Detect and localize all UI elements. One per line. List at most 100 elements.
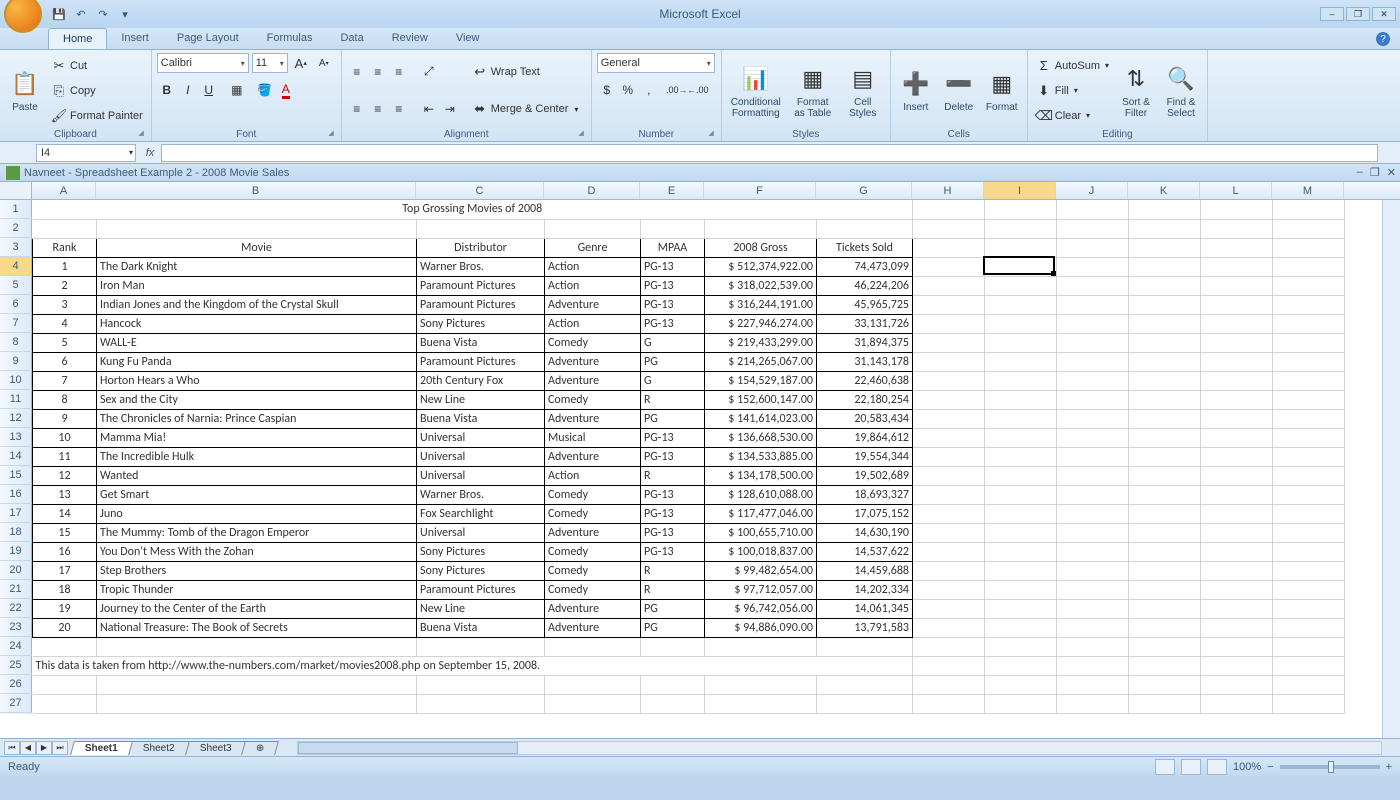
cell[interactable] bbox=[1057, 561, 1129, 580]
cell[interactable] bbox=[1273, 352, 1345, 371]
cell[interactable] bbox=[1057, 466, 1129, 485]
cell[interactable]: MPAA bbox=[641, 238, 705, 257]
cell[interactable]: $ 97,712,057.00 bbox=[705, 580, 817, 599]
cell[interactable]: 19,502,689 bbox=[817, 466, 913, 485]
cell[interactable]: The Incredible Hulk bbox=[97, 447, 417, 466]
cell[interactable]: Adventure bbox=[545, 295, 641, 314]
cell[interactable] bbox=[985, 295, 1057, 314]
cell[interactable]: New Line bbox=[417, 390, 545, 409]
sort-filter-button[interactable]: ⇅Sort & Filter bbox=[1115, 53, 1157, 128]
cell[interactable] bbox=[97, 675, 417, 694]
cell[interactable]: 74,473,099 bbox=[817, 257, 913, 276]
tab-formulas[interactable]: Formulas bbox=[253, 28, 327, 49]
cell[interactable]: 8 bbox=[33, 390, 97, 409]
cell[interactable] bbox=[913, 504, 985, 523]
cell[interactable]: Universal bbox=[417, 428, 545, 447]
row-header-20[interactable]: 20 bbox=[0, 561, 32, 580]
cell[interactable]: The Chronicles of Narnia: Prince Caspian bbox=[97, 409, 417, 428]
cell[interactable] bbox=[545, 637, 641, 656]
tab-view[interactable]: View bbox=[442, 28, 494, 49]
cell[interactable] bbox=[913, 618, 985, 637]
cell[interactable] bbox=[913, 580, 985, 599]
cell[interactable]: Action bbox=[545, 276, 641, 295]
cell[interactable] bbox=[985, 504, 1057, 523]
cell[interactable]: $ 100,018,837.00 bbox=[705, 542, 817, 561]
find-select-button[interactable]: 🔍Find & Select bbox=[1160, 53, 1202, 128]
vertical-scrollbar[interactable] bbox=[1382, 200, 1400, 738]
cell[interactable] bbox=[913, 295, 985, 314]
cell[interactable] bbox=[641, 637, 705, 656]
cell[interactable] bbox=[1273, 599, 1345, 618]
row-header-4[interactable]: 4 bbox=[0, 257, 32, 276]
row-header-15[interactable]: 15 bbox=[0, 466, 32, 485]
format-painter-button[interactable]: 🖌Format Painter bbox=[48, 105, 146, 127]
row-header-26[interactable]: 26 bbox=[0, 675, 32, 694]
delete-button[interactable]: ➖Delete bbox=[939, 53, 979, 128]
cell[interactable]: PG-13 bbox=[641, 257, 705, 276]
cell[interactable] bbox=[1129, 276, 1201, 295]
cell[interactable]: Buena Vista bbox=[417, 409, 545, 428]
cell[interactable] bbox=[985, 314, 1057, 333]
cell[interactable] bbox=[1057, 599, 1129, 618]
qat-more-icon[interactable]: ▾ bbox=[116, 5, 134, 23]
cell[interactable] bbox=[1057, 295, 1129, 314]
cell[interactable] bbox=[817, 694, 913, 713]
cell[interactable] bbox=[1129, 409, 1201, 428]
cell[interactable] bbox=[1273, 637, 1345, 656]
cell[interactable] bbox=[985, 694, 1057, 713]
cell[interactable]: Paramount Pictures bbox=[417, 295, 545, 314]
row-header-6[interactable]: 6 bbox=[0, 295, 32, 314]
cell[interactable]: The Mummy: Tomb of the Dragon Emperor bbox=[97, 523, 417, 542]
column-header-E[interactable]: E bbox=[640, 182, 704, 199]
cell[interactable]: Juno bbox=[97, 504, 417, 523]
column-header-L[interactable]: L bbox=[1200, 182, 1272, 199]
cell[interactable] bbox=[1129, 675, 1201, 694]
italic-button[interactable]: I bbox=[178, 80, 198, 100]
cell[interactable] bbox=[1129, 390, 1201, 409]
cell[interactable]: 10 bbox=[33, 428, 97, 447]
cell[interactable]: 19,554,344 bbox=[817, 447, 913, 466]
cell[interactable] bbox=[1273, 238, 1345, 257]
cell[interactable] bbox=[705, 694, 817, 713]
row-header-24[interactable]: 24 bbox=[0, 637, 32, 656]
cell[interactable] bbox=[985, 333, 1057, 352]
cell[interactable] bbox=[1129, 257, 1201, 276]
select-all-button[interactable] bbox=[0, 182, 32, 199]
cell[interactable]: PG bbox=[641, 352, 705, 371]
cell[interactable]: Get Smart bbox=[97, 485, 417, 504]
column-header-C[interactable]: C bbox=[416, 182, 544, 199]
cell[interactable] bbox=[1057, 542, 1129, 561]
cell[interactable] bbox=[1273, 295, 1345, 314]
cell[interactable]: 9 bbox=[33, 409, 97, 428]
column-header-A[interactable]: A bbox=[32, 182, 96, 199]
cell[interactable] bbox=[705, 675, 817, 694]
cell[interactable] bbox=[1201, 618, 1273, 637]
normal-view-button[interactable] bbox=[1155, 759, 1175, 775]
cell[interactable]: Adventure bbox=[545, 618, 641, 637]
cell[interactable]: $ 219,433,299.00 bbox=[705, 333, 817, 352]
cell[interactable] bbox=[985, 428, 1057, 447]
column-header-H[interactable]: H bbox=[912, 182, 984, 199]
wrap-text-button[interactable]: ↩Wrap Text bbox=[469, 61, 582, 83]
bold-button[interactable]: B bbox=[157, 80, 177, 100]
cell[interactable]: Paramount Pictures bbox=[417, 352, 545, 371]
cell[interactable] bbox=[1201, 371, 1273, 390]
cell[interactable] bbox=[1129, 447, 1201, 466]
cell[interactable] bbox=[985, 200, 1057, 219]
row-header-18[interactable]: 18 bbox=[0, 523, 32, 542]
cell[interactable]: Comedy bbox=[545, 485, 641, 504]
cell[interactable]: Universal bbox=[417, 447, 545, 466]
cells-area[interactable]: Top Grossing Movies of 2008RankMovieDist… bbox=[32, 200, 1345, 714]
cell[interactable] bbox=[1273, 390, 1345, 409]
cell[interactable]: Buena Vista bbox=[417, 333, 545, 352]
cell[interactable] bbox=[1057, 485, 1129, 504]
cell[interactable]: Iron Man bbox=[97, 276, 417, 295]
cell[interactable]: G bbox=[641, 333, 705, 352]
cell[interactable] bbox=[1129, 295, 1201, 314]
cell[interactable]: $ 100,655,710.00 bbox=[705, 523, 817, 542]
cell[interactable]: 14,537,622 bbox=[817, 542, 913, 561]
cell[interactable] bbox=[913, 238, 985, 257]
cell[interactable] bbox=[817, 219, 913, 238]
name-box[interactable]: I4▾ bbox=[36, 144, 136, 162]
cut-button[interactable]: ✂Cut bbox=[48, 55, 146, 77]
